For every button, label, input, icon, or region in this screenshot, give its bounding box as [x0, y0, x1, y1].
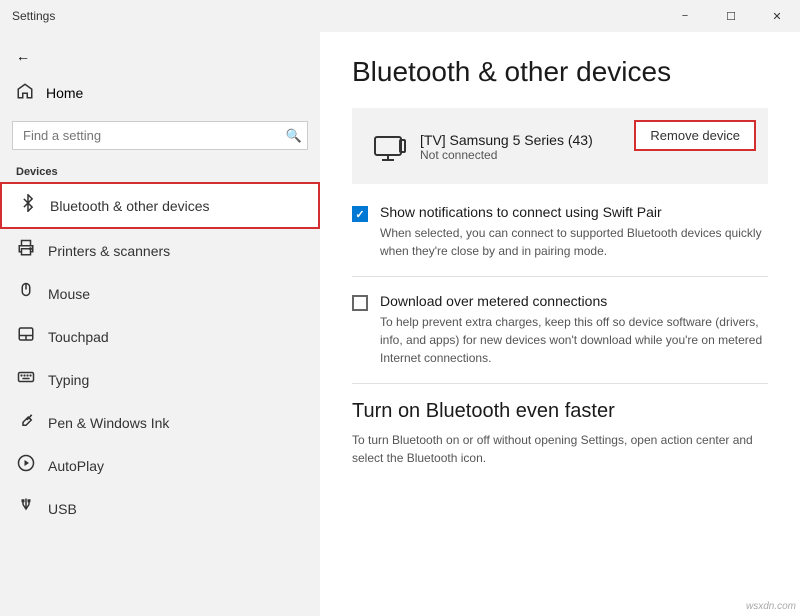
remove-device-button[interactable]: Remove device	[634, 120, 756, 151]
swift-pair-row: Show notifications to connect using Swif…	[352, 204, 768, 260]
settings-window: Settings − ☐ ✕ ← Home	[0, 0, 800, 616]
sidebar-item-autoplay-label: AutoPlay	[48, 458, 104, 474]
swift-pair-checkbox[interactable]	[352, 206, 368, 222]
sidebar-item-mouse-label: Mouse	[48, 286, 90, 302]
sidebar-item-mouse[interactable]: Mouse	[0, 272, 320, 315]
section-divider-1	[352, 276, 768, 277]
device-info: [TV] Samsung 5 Series (43) Not connected	[420, 132, 593, 162]
mouse-icon	[16, 282, 36, 305]
title-bar-left: Settings	[12, 9, 55, 23]
watermark: wsxdn.com	[746, 601, 796, 612]
sidebar-item-printers[interactable]: Printers & scanners	[0, 229, 320, 272]
home-label: Home	[46, 85, 83, 101]
sidebar-item-autoplay[interactable]: AutoPlay	[0, 444, 320, 487]
faster-title: Turn on Bluetooth even faster	[352, 400, 768, 423]
sidebar-item-touchpad[interactable]: Touchpad	[0, 315, 320, 358]
bluetooth-icon	[18, 194, 38, 217]
typing-icon	[16, 368, 36, 391]
sidebar-item-bluetooth[interactable]: Bluetooth & other devices	[0, 182, 320, 229]
sidebar: ← Home 🔍 Devices	[0, 32, 320, 616]
device-name: [TV] Samsung 5 Series (43)	[420, 132, 593, 148]
title-bar-title: Settings	[12, 9, 55, 23]
sidebar-item-typing-label: Typing	[48, 372, 89, 388]
swift-pair-text: Show notifications to connect using Swif…	[380, 204, 768, 260]
tv-device-icon	[372, 132, 408, 168]
main-content: ← Home 🔍 Devices	[0, 32, 800, 616]
minimize-button[interactable]: −	[662, 0, 708, 32]
sidebar-item-pen[interactable]: Pen & Windows Ink	[0, 401, 320, 444]
title-bar: Settings − ☐ ✕	[0, 0, 800, 32]
metered-text: Download over metered connections To hel…	[380, 293, 768, 367]
swift-pair-label: Show notifications to connect using Swif…	[380, 204, 768, 220]
sidebar-item-bluetooth-label: Bluetooth & other devices	[50, 198, 210, 214]
home-nav-item[interactable]: Home	[0, 72, 320, 113]
sidebar-item-touchpad-label: Touchpad	[48, 329, 109, 345]
home-icon	[16, 82, 34, 103]
search-button[interactable]: 🔍	[286, 128, 302, 144]
metered-label: Download over metered connections	[380, 293, 768, 309]
swift-pair-description: When selected, you can connect to suppor…	[380, 224, 768, 260]
sidebar-item-usb[interactable]: USB	[0, 487, 320, 530]
printer-icon	[16, 239, 36, 262]
title-bar-controls: − ☐ ✕	[662, 0, 800, 32]
close-button[interactable]: ✕	[754, 0, 800, 32]
touchpad-icon	[16, 325, 36, 348]
section-divider-2	[352, 383, 768, 384]
content-pane: Bluetooth & other devices Remove device …	[320, 32, 800, 616]
autoplay-icon	[16, 454, 36, 477]
device-section: Remove device [TV] Samsung 5 Series (43)…	[352, 108, 768, 184]
sidebar-item-printers-label: Printers & scanners	[48, 243, 170, 259]
swift-pair-checkbox-checked[interactable]	[352, 206, 368, 222]
device-status: Not connected	[420, 148, 593, 162]
sidebar-item-pen-label: Pen & Windows Ink	[48, 415, 169, 431]
metered-row: Download over metered connections To hel…	[352, 293, 768, 367]
faster-description: To turn Bluetooth on or off without open…	[352, 431, 768, 467]
maximize-button[interactable]: ☐	[708, 0, 754, 32]
page-title: Bluetooth & other devices	[352, 56, 768, 88]
search-input[interactable]	[12, 121, 308, 150]
sidebar-item-usb-label: USB	[48, 501, 77, 517]
metered-description: To help prevent extra charges, keep this…	[380, 313, 768, 367]
pen-icon	[16, 411, 36, 434]
sidebar-section-title: Devices	[0, 158, 320, 182]
metered-checkbox-unchecked[interactable]	[352, 295, 368, 311]
sidebar-item-typing[interactable]: Typing	[0, 358, 320, 401]
search-box: 🔍	[12, 121, 308, 150]
usb-icon	[16, 497, 36, 520]
back-button[interactable]: ←	[0, 40, 320, 72]
metered-checkbox[interactable]	[352, 295, 368, 311]
back-icon: ←	[16, 48, 30, 64]
